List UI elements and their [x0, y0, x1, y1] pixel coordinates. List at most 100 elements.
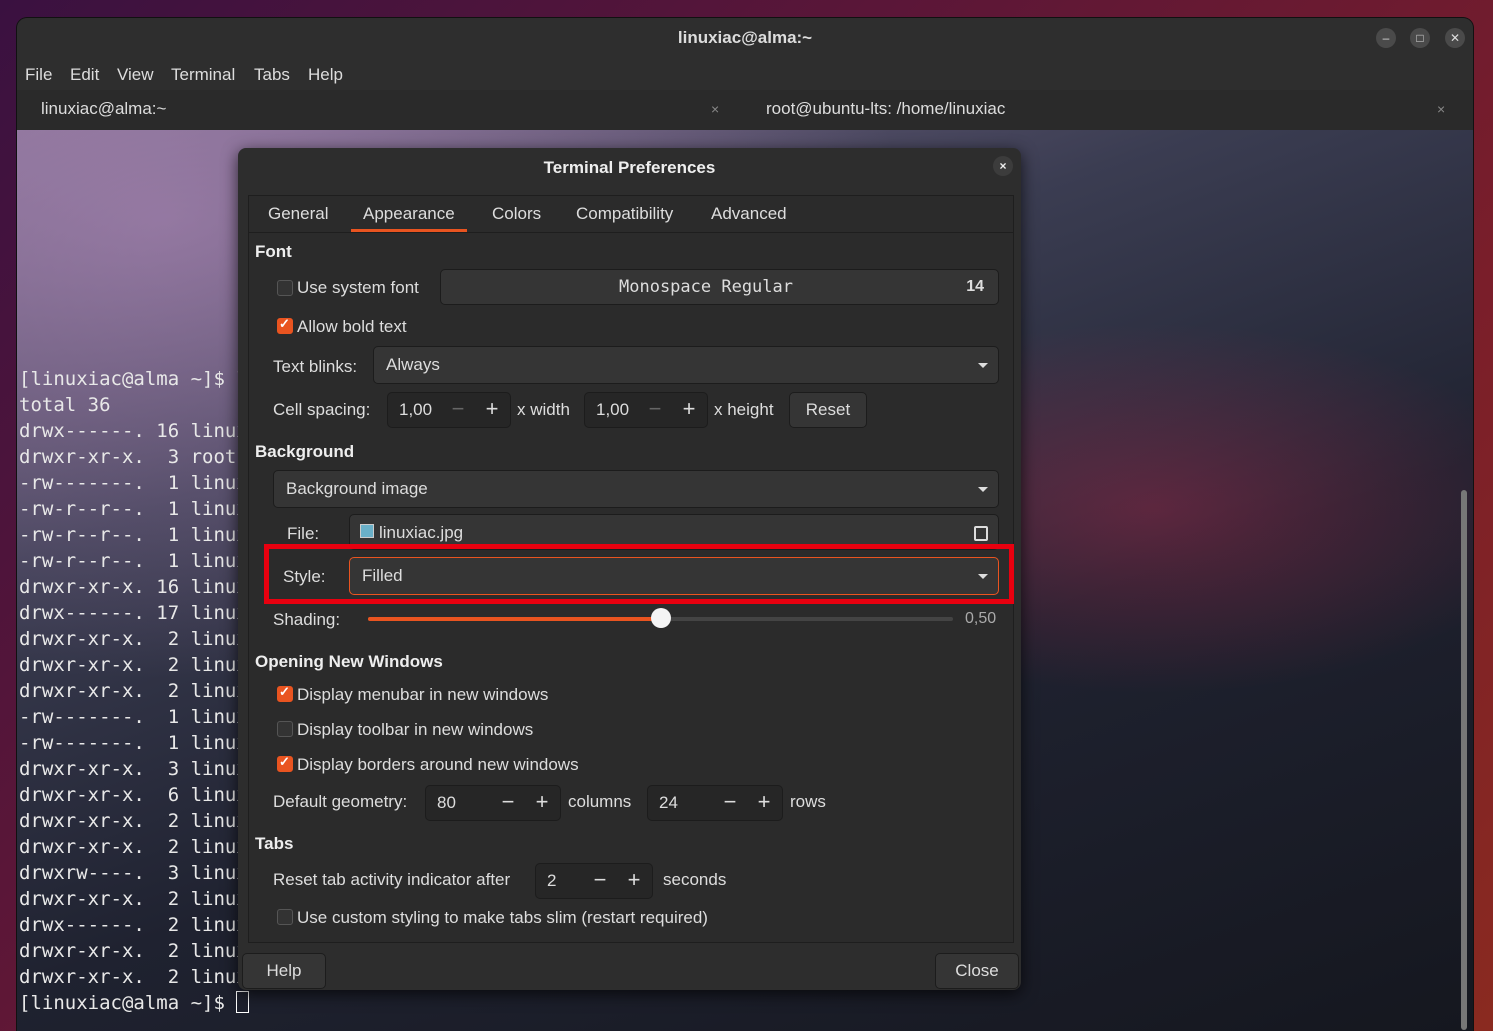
tab-advanced[interactable]: Advanced: [711, 204, 787, 224]
plus-icon[interactable]: +: [475, 393, 509, 427]
allow-bold-checkbox[interactable]: [277, 316, 293, 334]
tab-label: linuxiac@alma:~: [41, 99, 167, 118]
terminal-output: [linuxiac@alma ~]$ l total 36 drwx------. …: [19, 366, 250, 1016]
terminal-line: drwxr-xr-x. 2 linux: [19, 654, 248, 676]
slim-tabs-checkbox[interactable]: [277, 909, 293, 925]
close-icon[interactable]: ✕: [1445, 28, 1465, 48]
style-select[interactable]: Filled: [349, 557, 999, 595]
terminal-line: [linuxiac@alma ~]$ l: [19, 368, 248, 390]
rows-spinner[interactable]: 24 − +: [647, 785, 783, 821]
preferences-tabs: General Appearance Colors Compatibility …: [249, 196, 1013, 233]
tab-remote[interactable]: root@ubuntu-lts: /home/linuxiac ×: [742, 90, 1473, 130]
plus-icon[interactable]: +: [525, 786, 559, 820]
minus-icon[interactable]: −: [491, 786, 525, 820]
display-borders-checkbox[interactable]: [277, 754, 293, 772]
minus-icon[interactable]: −: [441, 393, 475, 427]
terminal-line: drwxr-xr-x. 3 linux: [19, 758, 248, 780]
tabs-section-title: Tabs: [255, 834, 294, 853]
terminal-line: drwxr-xr-x. 2 linux: [19, 888, 248, 910]
terminal-prompt: [linuxiac@alma ~]$: [19, 992, 237, 1014]
display-toolbar-checkbox[interactable]: [277, 721, 293, 737]
display-menubar-checkbox[interactable]: [277, 684, 293, 702]
shading-fill: [368, 617, 661, 621]
allow-bold-label: Allow bold text: [297, 317, 407, 336]
terminal-line: drwx------. 2 linux: [19, 914, 248, 936]
reset-activity-label: Reset tab activity indicator after: [273, 870, 511, 889]
plus-icon[interactable]: +: [672, 393, 706, 427]
terminal-line: drwxrw----. 3 linux: [19, 862, 248, 884]
minimize-icon[interactable]: –: [1376, 28, 1396, 48]
style-label: Style:: [283, 567, 326, 586]
font-chooser-button[interactable]: Monospace Regular 14: [440, 269, 999, 305]
text-blinks-value: Always: [386, 355, 440, 374]
terminal-line: drwxr-xr-x. 2 linux: [19, 810, 248, 832]
tab-colors[interactable]: Colors: [492, 204, 541, 224]
tab-bar: linuxiac@alma:~ × root@ubuntu-lts: /home…: [17, 90, 1473, 133]
font-section-title: Font: [255, 242, 292, 261]
menu-file[interactable]: File: [25, 65, 52, 85]
file-name: linuxiac.jpg: [379, 523, 464, 542]
terminal-line: drwxr-xr-x. 2 linux: [19, 680, 248, 702]
seconds-label: seconds: [663, 870, 727, 889]
terminal-line: drwxr-xr-x. 6 linux: [19, 784, 248, 806]
terminal-line: -rw-------. 1 linux: [19, 706, 248, 728]
plus-icon[interactable]: +: [747, 786, 781, 820]
shading-slider[interactable]: [368, 608, 953, 628]
terminal-line: drwx------. 16 linux: [19, 420, 248, 442]
shading-slider-handle[interactable]: [650, 608, 671, 628]
cell-height-value: 1,00: [596, 400, 630, 419]
font-name: Monospace Regular: [619, 277, 793, 297]
help-button[interactable]: Help: [242, 953, 326, 989]
menu-terminal[interactable]: Terminal: [171, 65, 235, 85]
terminal-line: drwxr-xr-x. 3 root: [19, 446, 237, 468]
menu-edit[interactable]: Edit: [70, 65, 99, 85]
terminal-line: drwxr-xr-x. 16 linux: [19, 576, 248, 598]
maximize-icon[interactable]: □: [1410, 28, 1430, 48]
height-unit-label: x height: [714, 400, 774, 419]
menu-help[interactable]: Help: [308, 65, 343, 85]
use-system-font-label: Use system font: [297, 278, 419, 297]
menu-view[interactable]: View: [117, 65, 154, 85]
terminal-line: drwx------. 17 linux: [19, 602, 248, 624]
close-button[interactable]: Close: [935, 953, 1019, 989]
tab-close-icon[interactable]: ×: [1437, 90, 1445, 128]
plus-icon[interactable]: +: [617, 864, 651, 898]
minus-icon[interactable]: −: [638, 393, 672, 427]
terminal-line: total 36: [19, 394, 111, 416]
terminal-line: -rw-r--r--. 1 linux: [19, 498, 248, 520]
minus-icon[interactable]: −: [713, 786, 747, 820]
background-section-title: Background: [255, 442, 355, 461]
terminal-line: -rw-r--r--. 1 linux: [19, 524, 248, 546]
chevron-down-icon: [978, 363, 988, 368]
scrollbar[interactable]: [1461, 490, 1467, 1030]
cell-width-spinner[interactable]: 1,00 − +: [387, 392, 511, 428]
terminal-line: drwxr-xr-x. 2 linux: [19, 940, 248, 962]
tab-close-icon[interactable]: ×: [711, 90, 719, 128]
tab-appearance[interactable]: Appearance: [351, 204, 467, 232]
tab-local[interactable]: linuxiac@alma:~ ×: [17, 90, 739, 133]
reset-button[interactable]: Reset: [789, 392, 867, 428]
preferences-notebook: General Appearance Colors Compatibility …: [248, 195, 1014, 943]
use-system-font-checkbox[interactable]: [277, 280, 293, 296]
terminal-line: -rw-------. 1 linux: [19, 732, 248, 754]
shading-label: Shading:: [273, 610, 341, 629]
preferences-dialog: Terminal Preferences × General Appearanc…: [238, 148, 1021, 990]
cell-height-spinner[interactable]: 1,00 − +: [584, 392, 708, 428]
tab-general[interactable]: General: [268, 204, 328, 224]
tab-compatibility[interactable]: Compatibility: [576, 204, 673, 224]
terminal-line: -rw-r--r--. 1 linux: [19, 550, 248, 572]
width-unit-label: x width: [517, 400, 570, 419]
reset-activity-value: 2: [547, 871, 557, 890]
cell-spacing-label: Cell spacing:: [273, 400, 371, 419]
reset-activity-spinner[interactable]: 2 − +: [535, 863, 653, 899]
minus-icon[interactable]: −: [583, 864, 617, 898]
dialog-close-icon[interactable]: ×: [993, 156, 1013, 176]
columns-spinner[interactable]: 80 − +: [425, 785, 561, 821]
rows-value: 24: [659, 793, 678, 812]
text-blinks-label: Text blinks:: [273, 357, 358, 376]
style-value: Filled: [362, 566, 403, 585]
open-file-icon: [974, 526, 988, 541]
text-blinks-select[interactable]: Always: [373, 346, 999, 384]
background-mode-select[interactable]: Background image: [273, 470, 999, 508]
menu-tabs[interactable]: Tabs: [254, 65, 290, 85]
